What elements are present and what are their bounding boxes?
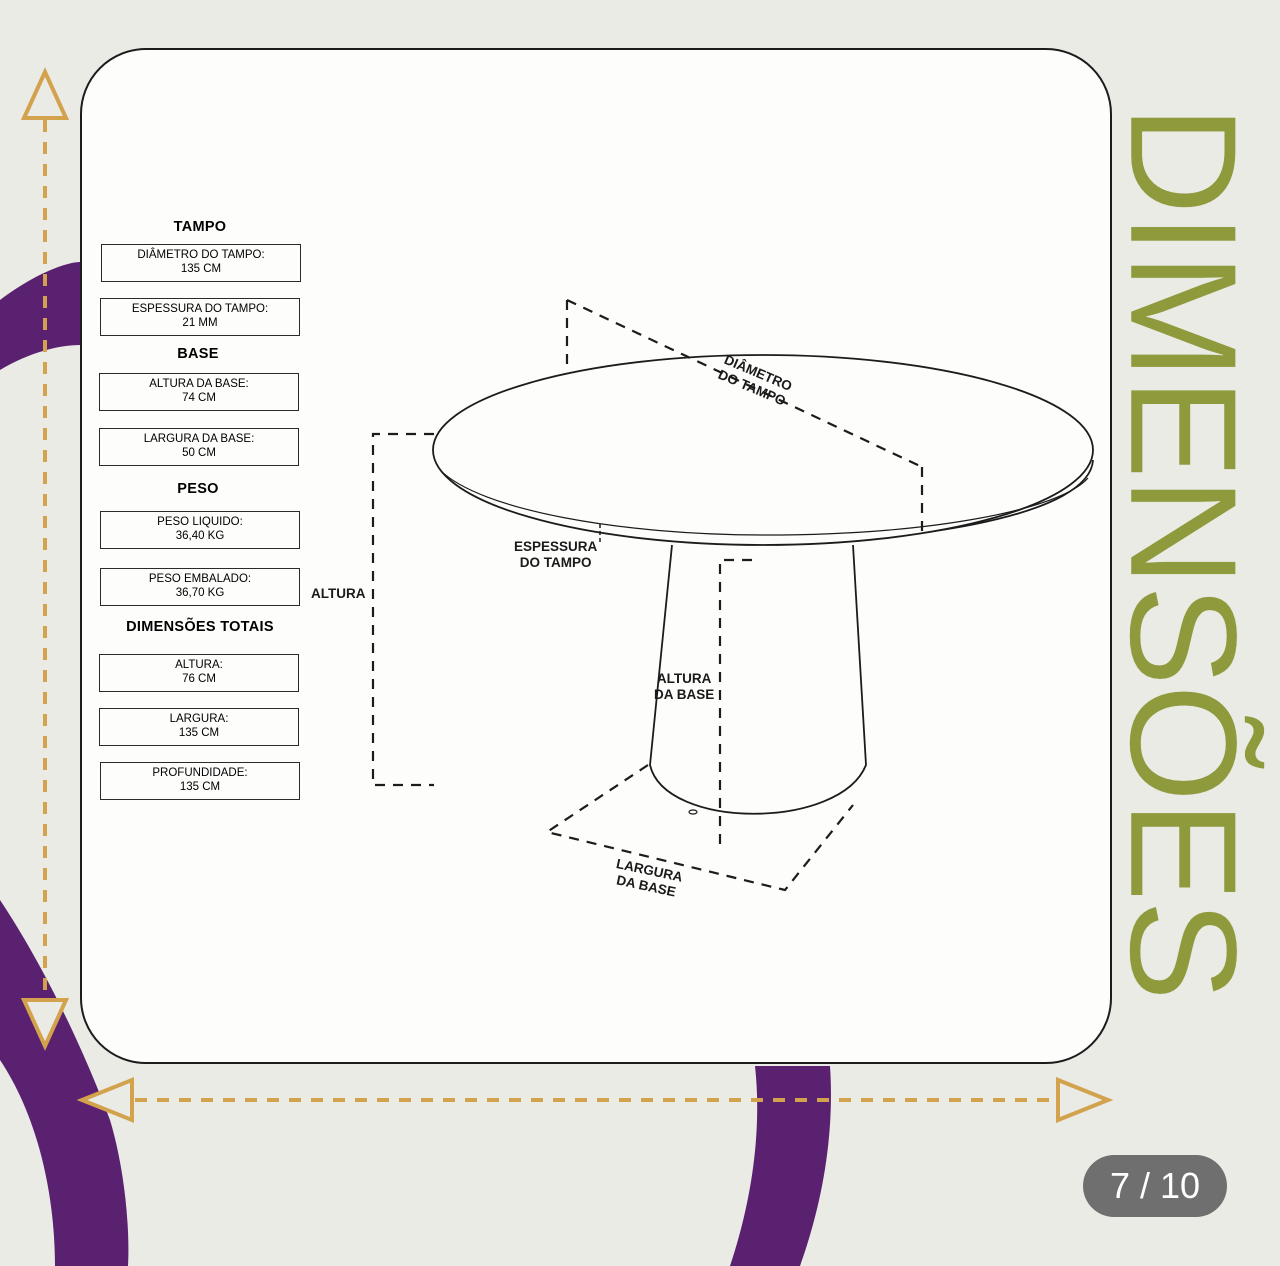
spec-value: 135 CM: [179, 781, 221, 793]
page-heading: DIMENSÕES: [1098, 105, 1269, 1000]
label-espessura-tampo: ESPESSURA DO TAMPO: [514, 539, 597, 571]
spec-peso-liquido: PESO LIQUIDO: 36,40 KG: [100, 511, 300, 549]
height-bracket: [371, 432, 434, 787]
spec-diametro-tampo: DIÂMETRO DO TAMPO: 135 CM: [101, 244, 301, 282]
label-altura-base: ALTURA DA BASE: [654, 671, 714, 703]
spec-value: 135 CM: [180, 263, 222, 275]
spec-label: DIÂMETRO DO TAMPO:: [137, 249, 265, 261]
spec-label: ALTURA DA BASE:: [149, 378, 249, 390]
spec-value: 50 CM: [182, 447, 216, 459]
spec-label: PESO EMBALADO:: [148, 573, 252, 585]
spec-label: PESO LIQUIDO:: [157, 516, 243, 528]
spec-value: 36,70 KG: [175, 587, 225, 599]
slide-counter[interactable]: 7 / 10: [1083, 1155, 1227, 1217]
spec-value: 135 CM: [178, 727, 220, 739]
spec-label: PROFUNDIDADE:: [152, 767, 248, 779]
label-line: DO TAMPO: [519, 555, 592, 570]
spec-label: ESPESSURA DO TAMPO:: [131, 303, 269, 315]
section-title-peso: PESO: [177, 481, 219, 497]
label-line: ALTURA: [656, 671, 712, 686]
label-line: ESPESSURA: [514, 539, 598, 554]
spec-value: 36,40 KG: [175, 530, 225, 542]
current-slide: 7: [1109, 1165, 1130, 1206]
spec-largura-base: LARGURA DA BASE: 50 CM: [99, 428, 299, 466]
base-foot: [688, 809, 698, 815]
section-title-base: BASE: [177, 346, 219, 362]
section-title-dimensoes-totais: DIMENSÕES TOTAIS: [126, 619, 274, 635]
spec-label: ALTURA:: [175, 659, 223, 671]
spec-espessura-tampo: ESPESSURA DO TAMPO: 21 MM: [100, 298, 300, 336]
spec-profundidade-total: PROFUNDIDADE: 135 CM: [100, 762, 300, 800]
section-title-tampo: TAMPO: [173, 219, 227, 235]
spec-value: 76 CM: [182, 673, 216, 685]
spec-altura-total: ALTURA: 76 CM: [99, 654, 299, 692]
spec-altura-base: ALTURA DA BASE: 74 CM: [99, 373, 299, 411]
label-altura: ALTURA: [311, 586, 366, 601]
spec-label: LARGURA:: [169, 713, 229, 725]
spec-peso-embalado: PESO EMBALADO: 36,70 KG: [100, 568, 300, 606]
pager-separator: /: [1129, 1165, 1160, 1206]
total-slides: 10: [1160, 1165, 1201, 1206]
label-line: DA BASE: [654, 687, 715, 702]
spec-value: 74 CM: [182, 392, 216, 404]
spec-label: LARGURA DA BASE:: [143, 433, 255, 445]
spec-value: 21 MM: [182, 317, 218, 329]
spec-largura-total: LARGURA: 135 CM: [99, 708, 299, 746]
